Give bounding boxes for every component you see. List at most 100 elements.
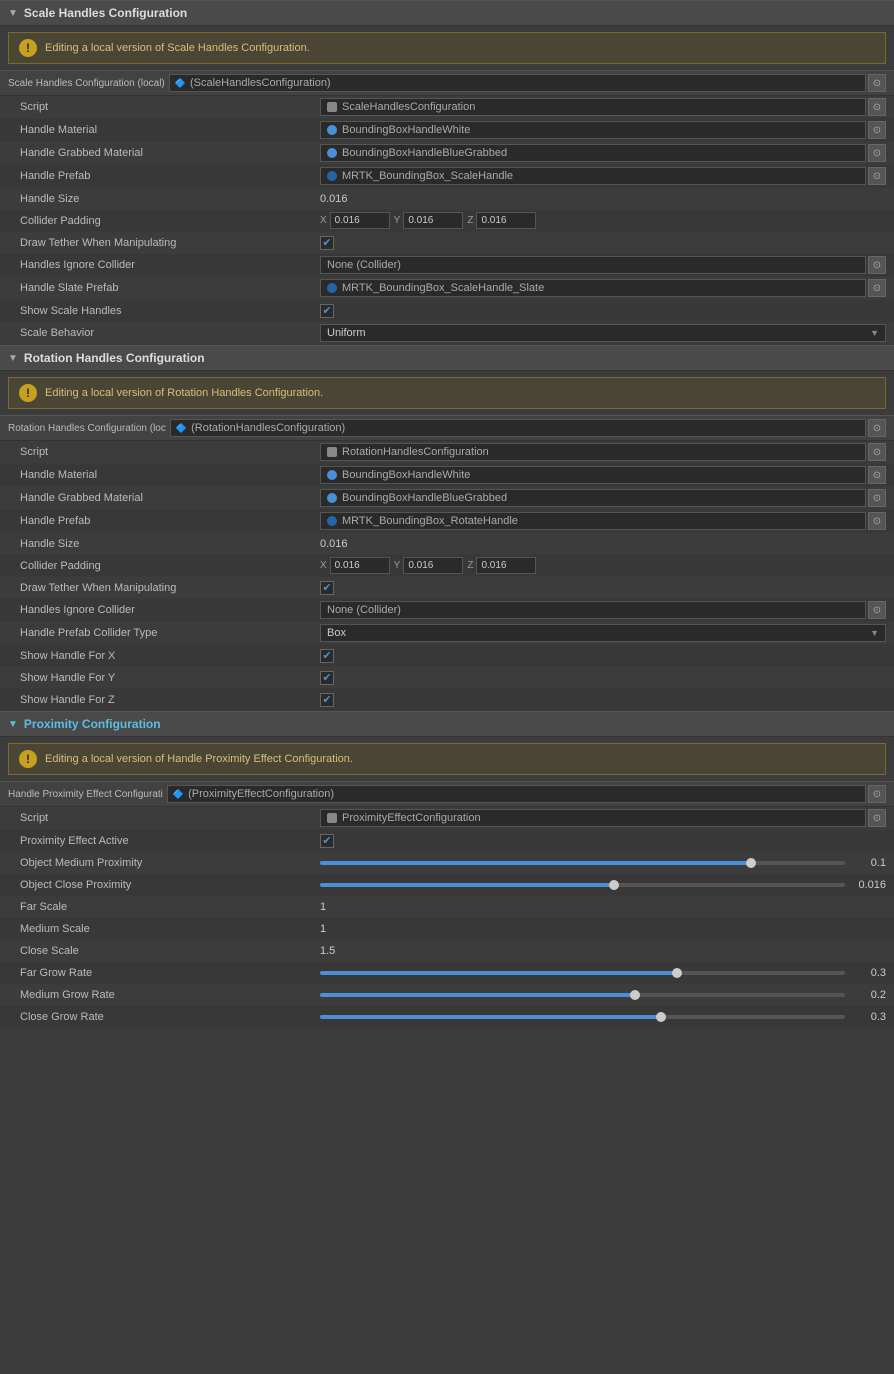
proximity-close-grow-slider[interactable]: 0.3 [320,1011,886,1023]
proximity-config-gear[interactable]: ⊙ [868,785,886,803]
scale-handle-grabbed-gear[interactable]: ⊙ [868,144,886,162]
proximity-effect-active-checkbox[interactable]: ✔ [320,834,334,848]
scale-collider-padding-label: Collider Padding [20,215,320,227]
scale-script-gear[interactable]: ⊙ [868,98,886,116]
rotation-handle-material-gear[interactable]: ⊙ [868,466,886,484]
rotation-script-gear[interactable]: ⊙ [868,443,886,461]
proximity-section: ▼ Proximity Configuration ! Editing a lo… [0,711,894,1028]
scale-z-input[interactable] [476,212,536,229]
proximity-medium-slider[interactable]: 0.1 [320,857,886,869]
rotation-prefab-field[interactable]: MRTK_BoundingBox_RotateHandle [320,512,866,530]
proximity-medium-row: Object Medium Proximity 0.1 [0,852,894,874]
rotation-grabbed-value: BoundingBoxHandleBlueGrabbed ⊙ [320,489,886,507]
proximity-far-scale-label: Far Scale [20,901,320,913]
scale-handle-prefab-field[interactable]: MRTK_BoundingBox_ScaleHandle [320,167,866,185]
proximity-medium-track [320,861,845,865]
scale-slate-prefab-value: MRTK_BoundingBox_ScaleHandle_Slate ⊙ [320,279,886,297]
rotation-grabbed-dot [327,493,337,503]
proximity-medium-thumb[interactable] [746,858,756,868]
rotation-y-input[interactable] [403,557,463,574]
proximity-script-gear[interactable]: ⊙ [868,809,886,827]
rotation-show-x-checkbox[interactable]: ✔ [320,649,334,663]
proximity-close-track [320,883,845,887]
proximity-far-grow-fill [320,971,677,975]
scale-script-row: Script ScaleHandlesConfiguration ⊙ [0,96,894,119]
scale-behavior-text: Uniform [327,327,366,339]
rotation-handles-ignore-field[interactable]: None (Collider) [320,601,866,619]
scale-config-ref-value[interactable]: 🔷 (ScaleHandlesConfiguration) [169,74,866,92]
scale-collider-padding-value: X Y Z [320,212,886,229]
scale-handles-ignore-gear[interactable]: ⊙ [868,256,886,274]
rotation-prefab-gear[interactable]: ⊙ [868,512,886,530]
proximity-far-grow-thumb[interactable] [672,968,682,978]
proximity-close-row: Object Close Proximity 0.016 [0,874,894,896]
proximity-far-grow-slider[interactable]: 0.3 [320,967,886,979]
proximity-script-field[interactable]: ProximityEffectConfiguration [320,809,866,827]
scale-section-arrow: ▼ [8,8,18,19]
rotation-grabbed-field[interactable]: BoundingBoxHandleBlueGrabbed [320,489,866,507]
rotation-x-label: X [320,560,327,571]
rotation-draw-tether-checkbox[interactable]: ✔ [320,581,334,595]
rotation-show-z-value: ✔ [320,693,886,707]
scale-config-ref-row: Scale Handles Configuration (local) 🔷 (S… [0,70,894,96]
scale-config-gear[interactable]: ⊙ [868,74,886,92]
rotation-config-ref-value[interactable]: 🔷 (RotationHandlesConfiguration) [170,419,866,437]
proximity-section-header[interactable]: ▼ Proximity Configuration [0,711,894,737]
scale-handle-material-gear[interactable]: ⊙ [868,121,886,139]
rotation-show-x-value: ✔ [320,649,886,663]
proximity-medium-grow-slider[interactable]: 0.2 [320,989,886,1001]
scale-handle-material-field[interactable]: BoundingBoxHandleWhite [320,121,866,139]
scale-behavior-dropdown[interactable]: Uniform ▼ [320,324,886,342]
proximity-close-thumb[interactable] [609,880,619,890]
rotation-show-y-label: Show Handle For Y [20,672,320,684]
scale-config-icon: 🔷 [175,78,186,89]
scale-y-input[interactable] [403,212,463,229]
rotation-show-y-checkbox[interactable]: ✔ [320,671,334,685]
scale-handle-prefab-gear[interactable]: ⊙ [868,167,886,185]
rotation-prefab-label: Handle Prefab [20,515,320,527]
proximity-warning-text: Editing a local version of Handle Proxim… [45,753,353,765]
scale-slate-prefab-gear[interactable]: ⊙ [868,279,886,297]
rotation-grabbed-row: Handle Grabbed Material BoundingBoxHandl… [0,487,894,510]
rotation-script-label: Script [20,446,320,458]
proximity-config-ref-value[interactable]: 🔷 (ProximityEffectConfiguration) [167,785,866,803]
proximity-close-slider[interactable]: 0.016 [320,879,886,891]
rotation-draw-tether-label: Draw Tether When Manipulating [20,582,320,594]
rotation-collider-type-dropdown[interactable]: Box ▼ [320,624,886,642]
proximity-close-grow-thumb[interactable] [656,1012,666,1022]
proximity-script-value: ProximityEffectConfiguration ⊙ [320,809,886,827]
rotation-show-z-checkbox[interactable]: ✔ [320,693,334,707]
rotation-show-y-value: ✔ [320,671,886,685]
rotation-fields: Script RotationHandlesConfiguration ⊙ Ha… [0,441,894,711]
rotation-section-header[interactable]: ▼ Rotation Handles Configuration [0,345,894,371]
scale-handles-ignore-field[interactable]: None (Collider) [320,256,866,274]
rotation-handles-ignore-gear[interactable]: ⊙ [868,601,886,619]
rotation-config-gear[interactable]: ⊙ [868,419,886,437]
scale-handle-grabbed-field[interactable]: BoundingBoxHandleBlueGrabbed [320,144,866,162]
scale-x-input[interactable] [330,212,390,229]
rotation-handles-ignore-row: Handles Ignore Collider None (Collider) … [0,599,894,622]
rotation-z-input[interactable] [476,557,536,574]
rotation-x-field: X [320,557,390,574]
proximity-medium-grow-val: 0.2 [851,989,886,1001]
scale-draw-tether-checkbox[interactable]: ✔ [320,236,334,250]
proximity-medium-grow-fill [320,993,635,997]
scale-slate-prefab-field[interactable]: MRTK_BoundingBox_ScaleHandle_Slate [320,279,866,297]
rotation-prefab-value: MRTK_BoundingBox_RotateHandle ⊙ [320,512,886,530]
proximity-medium-grow-thumb[interactable] [630,990,640,1000]
rotation-script-field[interactable]: RotationHandlesConfiguration [320,443,866,461]
proximity-medium-val: 0.1 [851,857,886,869]
proximity-section-arrow: ▼ [8,719,18,730]
proximity-close-value: 0.016 [320,879,886,891]
rotation-grabbed-gear[interactable]: ⊙ [868,489,886,507]
rotation-handle-material-field[interactable]: BoundingBoxHandleWhite [320,466,866,484]
scale-show-handles-checkbox[interactable]: ✔ [320,304,334,318]
scale-section-header[interactable]: ▼ Scale Handles Configuration [0,0,894,26]
proximity-far-scale-text: 1 [320,901,326,913]
scale-z-field: Z [467,212,536,229]
rotation-x-input[interactable] [330,557,390,574]
scale-behavior-row: Scale Behavior Uniform ▼ [0,322,894,345]
scale-handle-material-text: BoundingBoxHandleWhite [342,124,470,136]
scale-warning-text: Editing a local version of Scale Handles… [45,42,310,54]
scale-script-field[interactable]: ScaleHandlesConfiguration [320,98,866,116]
